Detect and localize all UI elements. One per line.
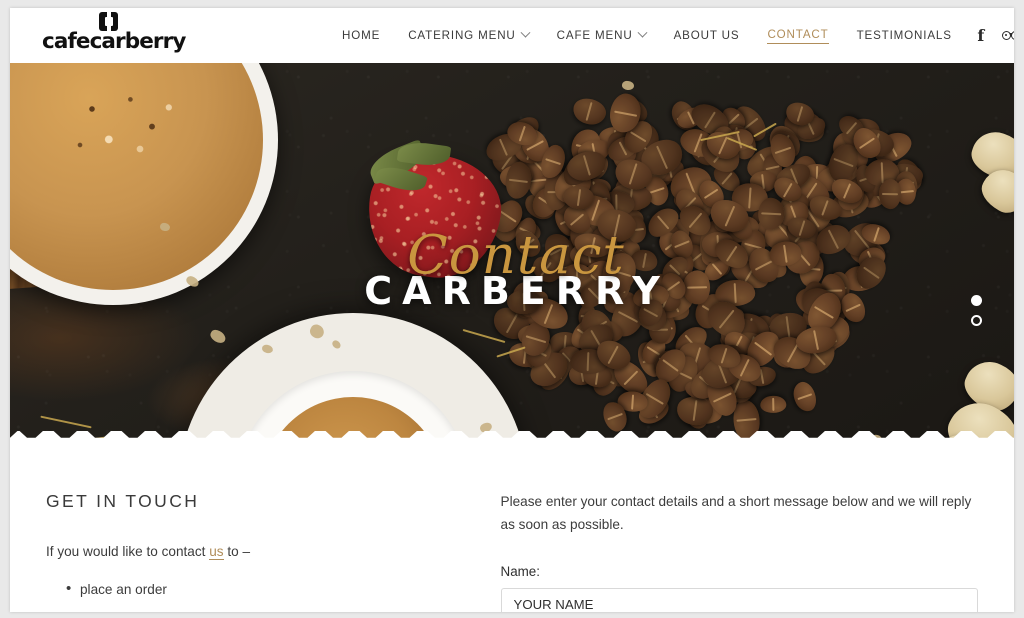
contact-info-column: GET IN TOUCH If you would like to contac…: [46, 491, 501, 612]
tripadvisor-owl-icon: [1001, 30, 1014, 41]
contact-us-link[interactable]: us: [209, 544, 224, 560]
coffee-bean: [878, 178, 901, 209]
main-nav: HOME CATERING MENU CAFE MENU ABOUT US CO…: [328, 8, 1014, 63]
nav-item-catering-menu[interactable]: CATERING MENU: [394, 8, 542, 63]
tripadvisor-link[interactable]: [996, 8, 1014, 63]
nav-label: CONTACT: [767, 28, 829, 44]
nav-item-home[interactable]: HOME: [328, 8, 394, 63]
page-title: GET IN TOUCH: [46, 491, 200, 511]
brand-logo[interactable]: cafecarberry: [42, 10, 217, 60]
nav-item-about-us[interactable]: ABOUT US: [660, 8, 754, 63]
nav-label: CAFE MENU: [556, 29, 633, 42]
intro-text-before: If you would like to contact: [46, 544, 210, 559]
chevron-down-icon: [637, 27, 648, 38]
name-field-label: Name:: [500, 564, 540, 579]
nav-label: CATERING MENU: [408, 29, 516, 42]
nav-item-contact[interactable]: CONTACT: [753, 8, 842, 63]
nav-label: TESTIMONIALS: [856, 29, 952, 42]
name-input[interactable]: [500, 588, 978, 612]
intro-text-after: to –: [223, 544, 251, 559]
brand-wordmark: cafecarberry: [42, 29, 186, 54]
hero-slider[interactable]: Contact CARBERRY: [10, 63, 1014, 445]
main-content: GET IN TOUCH If you would like to contac…: [10, 445, 1014, 612]
reasons-list: place an order: [46, 577, 471, 601]
contact-form-column: Please enter your contact details and a …: [500, 491, 978, 612]
list-item: place an order: [66, 577, 471, 601]
site-header: cafecarberry HOME CATERING MENU CAFE MEN…: [10, 8, 1014, 63]
slider-dot-1[interactable]: [971, 295, 982, 306]
zigzag-divider: [10, 431, 1014, 445]
hero-title-block: Contact CARBERRY: [10, 225, 1014, 313]
chevron-down-icon: [520, 27, 531, 38]
nav-item-cafe-menu[interactable]: CAFE MENU: [543, 8, 660, 63]
page-shell: cafecarberry HOME CATERING MENU CAFE MEN…: [10, 8, 1014, 612]
form-intro-text: Please enter your contact details and a …: [500, 494, 972, 532]
hero-script-title: Contact: [407, 225, 625, 286]
coffee-bean: [789, 379, 819, 415]
facebook-icon: f: [977, 25, 985, 45]
intro-line: If you would like to contact us to –: [46, 542, 471, 562]
nav-label: HOME: [342, 29, 381, 42]
slider-dot-2[interactable]: [971, 315, 982, 326]
slider-dots: [971, 295, 982, 326]
crema-bubbles: [68, 85, 188, 165]
nav-item-testimonials[interactable]: TESTIMONIALS: [843, 8, 966, 63]
nav-label: ABOUT US: [673, 29, 740, 42]
coffee-bean: [759, 395, 787, 413]
facebook-link[interactable]: f: [966, 8, 996, 63]
